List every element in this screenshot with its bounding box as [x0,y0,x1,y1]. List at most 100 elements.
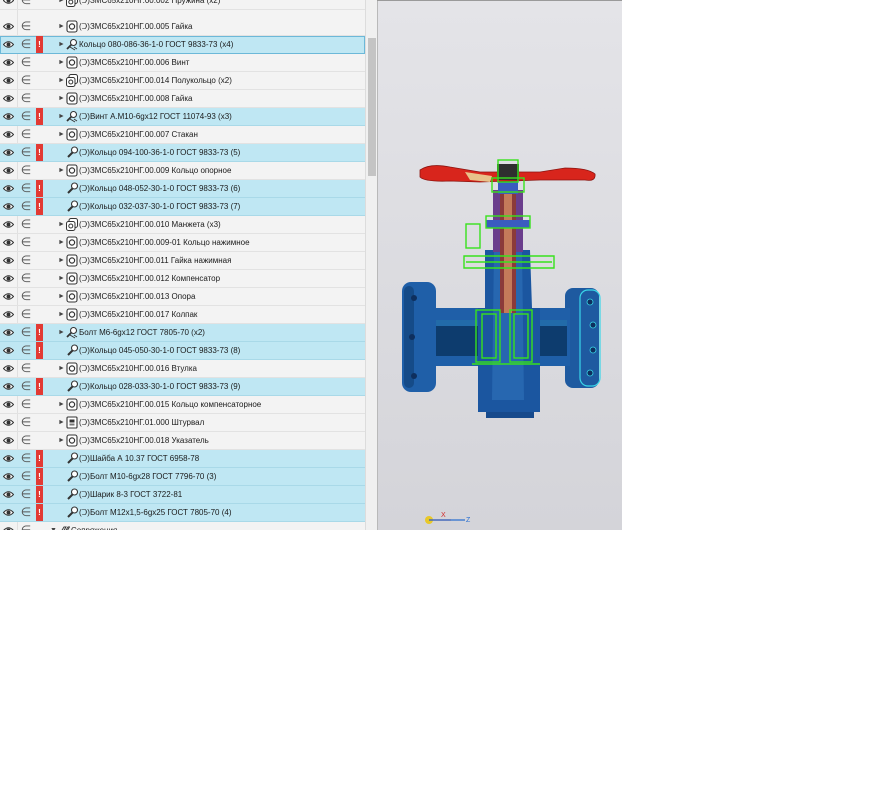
tree-row[interactable]: ∈ ► (Ↄ)ЗМС65х210НГ.00.009-01 Кольцо нажимн… [0,234,365,252]
tree-row[interactable]: ∈ ► (Ↄ)ЗМС65х210НГ.00.010 Манжета (x3) [0,216,365,234]
tree-scrollbar[interactable] [365,0,377,530]
include-in-calc-icon[interactable]: ∈ [20,361,32,376]
tree-row[interactable]: ∈! (Ↄ)Шарик 8-3 ГОСТ 3722-81 [0,486,365,504]
tree-row[interactable]: ∈! (Ↄ)Болт М12х1,5-6gx25 ГОСТ 7805-70 (4) [0,504,365,522]
include-in-calc-icon[interactable]: ∈ [20,217,32,232]
include-in-calc-icon[interactable]: ∈ [20,523,32,530]
include-in-calc-icon[interactable]: ∈ [20,145,32,160]
tree-row-label: (Ↄ)ЗМС65х210НГ.00.015 Кольцо компенсатор… [79,400,262,409]
tree-row[interactable]: ∈ ► (Ↄ)ЗМС65х210НГ.00.006 Винт [0,54,365,72]
include-in-calc-icon[interactable]: ∈ [20,37,32,52]
tree-row[interactable]: ∈ ► (Ↄ)ЗМС65х210НГ.00.007 Стакан [0,126,365,144]
expand-arrow-icon[interactable]: ► [58,237,65,249]
tree-group-row[interactable]: ∈ ▼ Сопряжения [0,522,365,530]
include-in-calc-icon[interactable]: ∈ [20,55,32,70]
model-tree-panel: ∈ ► (Ↄ)ЗМС65х210НГ.00.002 Пружина (x2) ∈ ► (Ↄ… [0,0,377,530]
include-in-calc-icon[interactable]: ∈ [20,0,32,8]
expand-arrow-icon[interactable]: ► [58,75,65,87]
axis-label-z: Z [466,517,471,524]
tree-row[interactable]: ∈ ► (Ↄ)ЗМС65х210НГ.00.009 Кольцо опорное [0,162,365,180]
include-in-calc-icon[interactable]: ∈ [20,199,32,214]
expand-arrow-icon[interactable]: ► [58,399,65,411]
include-in-calc-icon[interactable]: ∈ [20,19,32,34]
tree-row[interactable]: ∈ ► (Ↄ)ЗМС65х210НГ.00.015 Кольцо компенсат… [0,396,365,414]
3d-viewport[interactable]: X Z [377,0,622,530]
include-in-calc-icon[interactable]: ∈ [20,307,32,322]
include-in-calc-icon[interactable]: ∈ [20,487,32,502]
include-in-calc-icon[interactable]: ∈ [20,271,32,286]
tree-row[interactable]: ∈ ► (Ↄ)ЗМС65х210НГ.00.017 Колпак [0,306,365,324]
tree-row[interactable]: ∈ ► (Ↄ)ЗМС65х210НГ.00.013 Опора [0,288,365,306]
expand-arrow-icon[interactable]: ► [58,39,65,51]
tree-row-label: Болт М6-6gx12 ГОСТ 7805-70 (x2) [79,328,205,337]
valve-handwheel [419,164,596,183]
include-in-calc-icon[interactable]: ∈ [20,505,32,520]
include-in-calc-icon[interactable]: ∈ [20,451,32,466]
include-in-calc-icon[interactable]: ∈ [20,109,32,124]
expand-arrow-icon[interactable]: ► [58,255,65,267]
part-icon [66,272,78,285]
tree-scrollbar-thumb[interactable] [368,38,376,176]
include-in-calc-icon[interactable]: ∈ [20,91,32,106]
tree-row[interactable]: ∈ ► (Ↄ)ЗМС65х210НГ.00.014 Полукольцо (x2) [0,72,365,90]
expand-arrow-icon[interactable]: ► [58,417,65,429]
tree-row[interactable]: ∈ ► (Ↄ)ЗМС65х210НГ.00.002 Пружина (x2) [0,0,365,10]
tree-row[interactable]: ∈! (Ↄ)Кольцо 032-037-30-1-0 ГОСТ 9833-73 … [0,198,365,216]
include-in-calc-icon[interactable]: ∈ [20,163,32,178]
multi-part-icon [66,74,78,87]
standard-icon [67,488,78,500]
expand-arrow-icon[interactable]: ► [58,93,65,105]
include-in-calc-icon[interactable]: ∈ [20,343,32,358]
standard-icon [67,470,78,482]
expand-arrow-icon[interactable]: ► [58,363,65,375]
expand-arrow-icon[interactable]: ► [58,21,65,33]
include-in-calc-icon[interactable]: ∈ [20,325,32,340]
part-icon [66,128,78,141]
tree-row-label: (Ↄ)Шайба А 10.37 ГОСТ 6958-78 [79,454,200,463]
gate-valve-model[interactable] [390,150,610,430]
tree-row-label: (Ↄ)Кольцо 094-100-36-1-0 ГОСТ 9833-73 (5… [79,148,241,157]
expand-arrow-icon[interactable]: ► [58,291,65,303]
expand-arrow-icon[interactable]: ► [58,111,65,123]
tree-row[interactable]: ∈! (Ↄ)Кольцо 048-052-30-1-0 ГОСТ 9833-73 … [0,180,365,198]
tree-row[interactable]: ∈! (Ↄ)Кольцо 028-033-30-1-0 ГОСТ 9833-73 … [0,378,365,396]
expand-arrow-icon[interactable]: ► [58,57,65,69]
tree-row[interactable]: ∈! (Ↄ)Кольцо 094-100-36-1-0 ГОСТ 9833-73 … [0,144,365,162]
expand-arrow-icon[interactable]: ► [58,129,65,141]
part-icon [66,308,78,321]
tree-row[interactable]: ∈ ► (Ↄ)ЗМС65х210НГ.00.005 Гайка [0,18,365,36]
include-in-calc-icon[interactable]: ∈ [20,415,32,430]
warning-marker-icon: ! [36,450,43,467]
tree-row[interactable]: ∈! ► (Ↄ)Винт А.М10-6gx12 ГОСТ 11074-93 (x3… [0,108,365,126]
tree-row[interactable]: ∈ ► (Ↄ)ЗМС65х210НГ.00.016 Втулка [0,360,365,378]
tree-row[interactable]: ∈! (Ↄ)Кольцо 045-050-30-1-0 ГОСТ 9833-73 … [0,342,365,360]
include-in-calc-icon[interactable]: ∈ [20,127,32,142]
include-in-calc-icon[interactable]: ∈ [20,181,32,196]
tree-row[interactable]: ∈ ► (Ↄ)ЗМС65х210НГ.01.000 Штурвал [0,414,365,432]
include-in-calc-icon[interactable]: ∈ [20,379,32,394]
include-in-calc-icon[interactable]: ∈ [20,397,32,412]
expand-arrow-icon[interactable]: ► [58,165,65,177]
collapse-arrow-icon[interactable]: ▼ [50,525,57,530]
expand-arrow-icon[interactable]: ► [58,219,65,231]
include-in-calc-icon[interactable]: ∈ [20,73,32,88]
include-in-calc-icon[interactable]: ∈ [20,253,32,268]
expand-arrow-icon[interactable]: ► [58,327,65,339]
tree-row[interactable]: ∈ ► (Ↄ)ЗМС65х210НГ.00.008 Гайка [0,90,365,108]
tree-row[interactable]: ∈! (Ↄ)Шайба А 10.37 ГОСТ 6958-78 [0,450,365,468]
tree-row[interactable]: ∈! ► Кольцо 080-086-36-1-0 ГОСТ 9833-73 (x… [0,36,365,54]
tree-row[interactable]: ∈ ► (Ↄ)ЗМС65х210НГ.00.018 Указатель [0,432,365,450]
tree-row[interactable]: ∈ ► (Ↄ)ЗМС65х210НГ.00.011 Гайка нажимная [0,252,365,270]
expand-arrow-icon[interactable]: ► [58,0,65,7]
expand-arrow-icon[interactable]: ► [58,273,65,285]
tree-row-label: Сопряжения [71,522,117,530]
expand-arrow-icon[interactable]: ► [58,435,65,447]
include-in-calc-icon[interactable]: ∈ [20,469,32,484]
tree-row[interactable]: ∈ ► (Ↄ)ЗМС65х210НГ.00.012 Компенсатор [0,270,365,288]
tree-row[interactable]: ∈! (Ↄ)Болт М10-6gx28 ГОСТ 7796-70 (3) [0,468,365,486]
include-in-calc-icon[interactable]: ∈ [20,289,32,304]
expand-arrow-icon[interactable]: ► [58,309,65,321]
include-in-calc-icon[interactable]: ∈ [20,433,32,448]
include-in-calc-icon[interactable]: ∈ [20,235,32,250]
tree-row[interactable]: ∈! ► Болт М6-6gx12 ГОСТ 7805-70 (x2) [0,324,365,342]
